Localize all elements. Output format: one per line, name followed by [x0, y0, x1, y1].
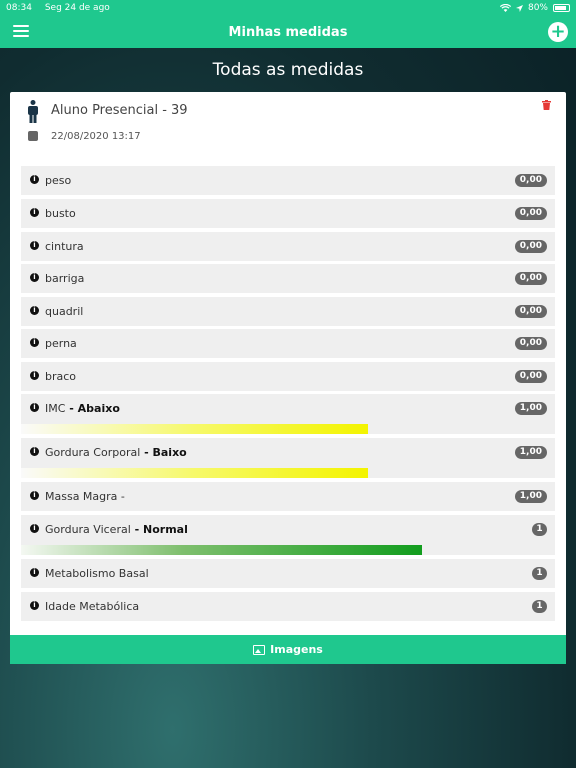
- measurement-value: 1: [532, 567, 547, 580]
- info-icon[interactable]: i: [30, 175, 39, 184]
- measurement-row-gordura-viceral[interactable]: i Gordura Viceral - Normal 1: [21, 515, 555, 555]
- info-icon[interactable]: i: [30, 447, 39, 456]
- measurement-label: braco: [45, 370, 77, 383]
- measurement-value: 1: [532, 523, 547, 536]
- measurement-label: Idade Metabólica: [45, 600, 140, 613]
- add-icon[interactable]: +: [548, 22, 568, 42]
- measurement-row-peso[interactable]: i peso 0,00: [21, 166, 555, 195]
- measurement-label: quadril: [45, 305, 84, 318]
- measurement-value: 0,00: [514, 272, 547, 285]
- measurement-row-imc[interactable]: i IMC - Abaixo 1,00: [21, 394, 555, 434]
- measurement-date: 22/08/2020 13:17: [51, 131, 141, 142]
- battery-icon: [553, 4, 570, 12]
- measurement-value: 0,00: [514, 174, 547, 187]
- info-icon[interactable]: i: [30, 208, 39, 217]
- measurement-value: 1: [532, 600, 547, 613]
- gordura-viceral-bar: [21, 545, 422, 555]
- measurement-value: 0,00: [514, 305, 547, 318]
- measurement-value: 1,00: [514, 446, 547, 459]
- image-icon: [253, 644, 266, 655]
- measurement-label: IMC - Abaixo: [45, 402, 120, 415]
- trash-icon[interactable]: [542, 100, 551, 110]
- measurement-card: Aluno Presencial - 39 22/08/2020 13:17 i…: [10, 92, 566, 664]
- info-icon[interactable]: i: [30, 601, 39, 610]
- person-icon: [28, 100, 38, 123]
- measurement-row-barriga[interactable]: i barriga 0,00: [21, 264, 555, 293]
- measurement-value: 0,00: [514, 207, 547, 220]
- page-title: Todas as medidas: [212, 60, 364, 80]
- info-icon[interactable]: i: [30, 524, 39, 533]
- measurement-row-cintura[interactable]: i cintura 0,00: [21, 232, 555, 261]
- measurement-value: 0,00: [514, 337, 547, 350]
- measurement-label: peso: [45, 174, 72, 187]
- info-icon[interactable]: i: [30, 403, 39, 412]
- measurement-row-perna[interactable]: i perna 0,00: [21, 329, 555, 358]
- gordura-corporal-bar: [21, 468, 369, 478]
- info-icon[interactable]: i: [30, 371, 39, 380]
- measurement-status: - Normal: [130, 523, 188, 536]
- measurement-label: Gordura Viceral - Normal: [45, 523, 188, 536]
- info-icon[interactable]: i: [30, 568, 39, 577]
- measurement-row-massa-magra[interactable]: i Massa Magra - 1,00: [21, 482, 555, 511]
- info-icon[interactable]: i: [30, 491, 39, 500]
- wifi-icon: [499, 4, 511, 12]
- imc-bar: [21, 424, 369, 434]
- info-icon[interactable]: i: [30, 241, 39, 250]
- battery-percent: 80%: [527, 3, 548, 13]
- measurement-value: 1,00: [514, 402, 547, 415]
- images-button-label: Imagens: [270, 643, 323, 656]
- measurement-row-idade-metabolica[interactable]: i Idade Metabólica 1: [21, 592, 555, 621]
- status-date: Seg 24 de ago: [44, 3, 110, 13]
- info-icon[interactable]: i: [30, 273, 39, 282]
- measurement-row-gordura-corporal[interactable]: i Gordura Corporal - Baixo 1,00: [21, 438, 555, 478]
- status-bar: 08:34 Seg 24 de ago 80%: [0, 0, 576, 16]
- measurement-value: 0,00: [514, 370, 547, 383]
- measurement-row-busto[interactable]: i busto 0,00: [21, 199, 555, 228]
- measurement-label: cintura: [45, 240, 84, 253]
- measurement-status: - Abaixo: [65, 402, 120, 415]
- measurement-label: busto: [45, 207, 76, 220]
- info-icon[interactable]: i: [30, 306, 39, 315]
- menu-icon[interactable]: [13, 25, 29, 39]
- measurement-status: - Baixo: [140, 446, 187, 459]
- measurement-label: Metabolismo Basal: [45, 567, 149, 580]
- measurement-row-metabolismo-basal[interactable]: i Metabolismo Basal 1: [21, 559, 555, 588]
- measurement-label: perna: [45, 337, 77, 350]
- measurement-value: 1,00: [514, 490, 547, 503]
- measurement-label: Gordura Corporal - Baixo: [45, 446, 187, 459]
- info-icon[interactable]: i: [30, 338, 39, 347]
- navbar: Minhas medidas +: [0, 16, 576, 48]
- measurement-value: 0,00: [514, 240, 547, 253]
- calendar-icon: [28, 131, 38, 141]
- nav-title: Minhas medidas: [228, 24, 348, 40]
- images-button[interactable]: Imagens: [10, 635, 566, 664]
- measurement-row-braco[interactable]: i braco 0,00: [21, 362, 555, 391]
- student-name: Aluno Presencial - 39: [51, 103, 188, 118]
- location-icon: [515, 4, 523, 12]
- measurement-label: Massa Magra -: [45, 490, 125, 503]
- measurement-label: barriga: [45, 272, 85, 285]
- status-time: 08:34: [6, 3, 32, 13]
- measurement-row-quadril[interactable]: i quadril 0,00: [21, 297, 555, 326]
